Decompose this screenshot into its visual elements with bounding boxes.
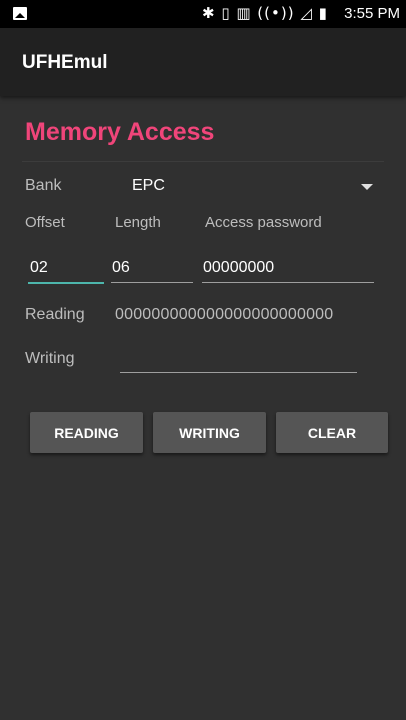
bank-label: Bank — [25, 177, 62, 194]
length-underline — [111, 282, 193, 283]
offset-input[interactable] — [28, 257, 106, 279]
app-bar: UFHEmul — [0, 28, 406, 96]
reading-button[interactable]: READING — [30, 412, 143, 453]
reading-value: 000000000000000000000000 — [115, 306, 334, 323]
status-time: 3:55 PM — [344, 5, 400, 22]
writing-input[interactable] — [118, 349, 358, 371]
writing-underline — [120, 372, 357, 373]
clear-button[interactable]: CLEAR — [276, 412, 388, 453]
status-icons: ✱ ▯ ▥ ((•)) ◿ ▮ — [202, 4, 328, 22]
image-notification-icon — [13, 7, 27, 20]
app-title: UFHEmul — [22, 52, 108, 73]
reading-label: Reading — [25, 306, 85, 323]
bank-selected-value[interactable]: EPC — [132, 177, 165, 195]
status-bar: ✱ ▯ ▥ ((•)) ◿ ▮ 3:55 PM — [0, 0, 406, 28]
section-divider — [22, 161, 384, 162]
offset-label: Offset — [25, 214, 65, 231]
dropdown-arrow-icon[interactable] — [361, 184, 373, 190]
screen: ✱ ▯ ▥ ((•)) ◿ ▮ 3:55 PM UFHEmul Memory A… — [0, 0, 406, 720]
access-password-input[interactable] — [201, 257, 375, 279]
writing-button[interactable]: WRITING — [153, 412, 266, 453]
offset-underline — [28, 282, 104, 284]
writing-label: Writing — [25, 350, 75, 367]
length-label: Length — [115, 214, 161, 231]
access-password-underline — [202, 282, 374, 283]
length-input[interactable] — [110, 257, 196, 279]
access-password-label: Access password — [205, 214, 322, 231]
section-title: Memory Access — [25, 118, 215, 146]
